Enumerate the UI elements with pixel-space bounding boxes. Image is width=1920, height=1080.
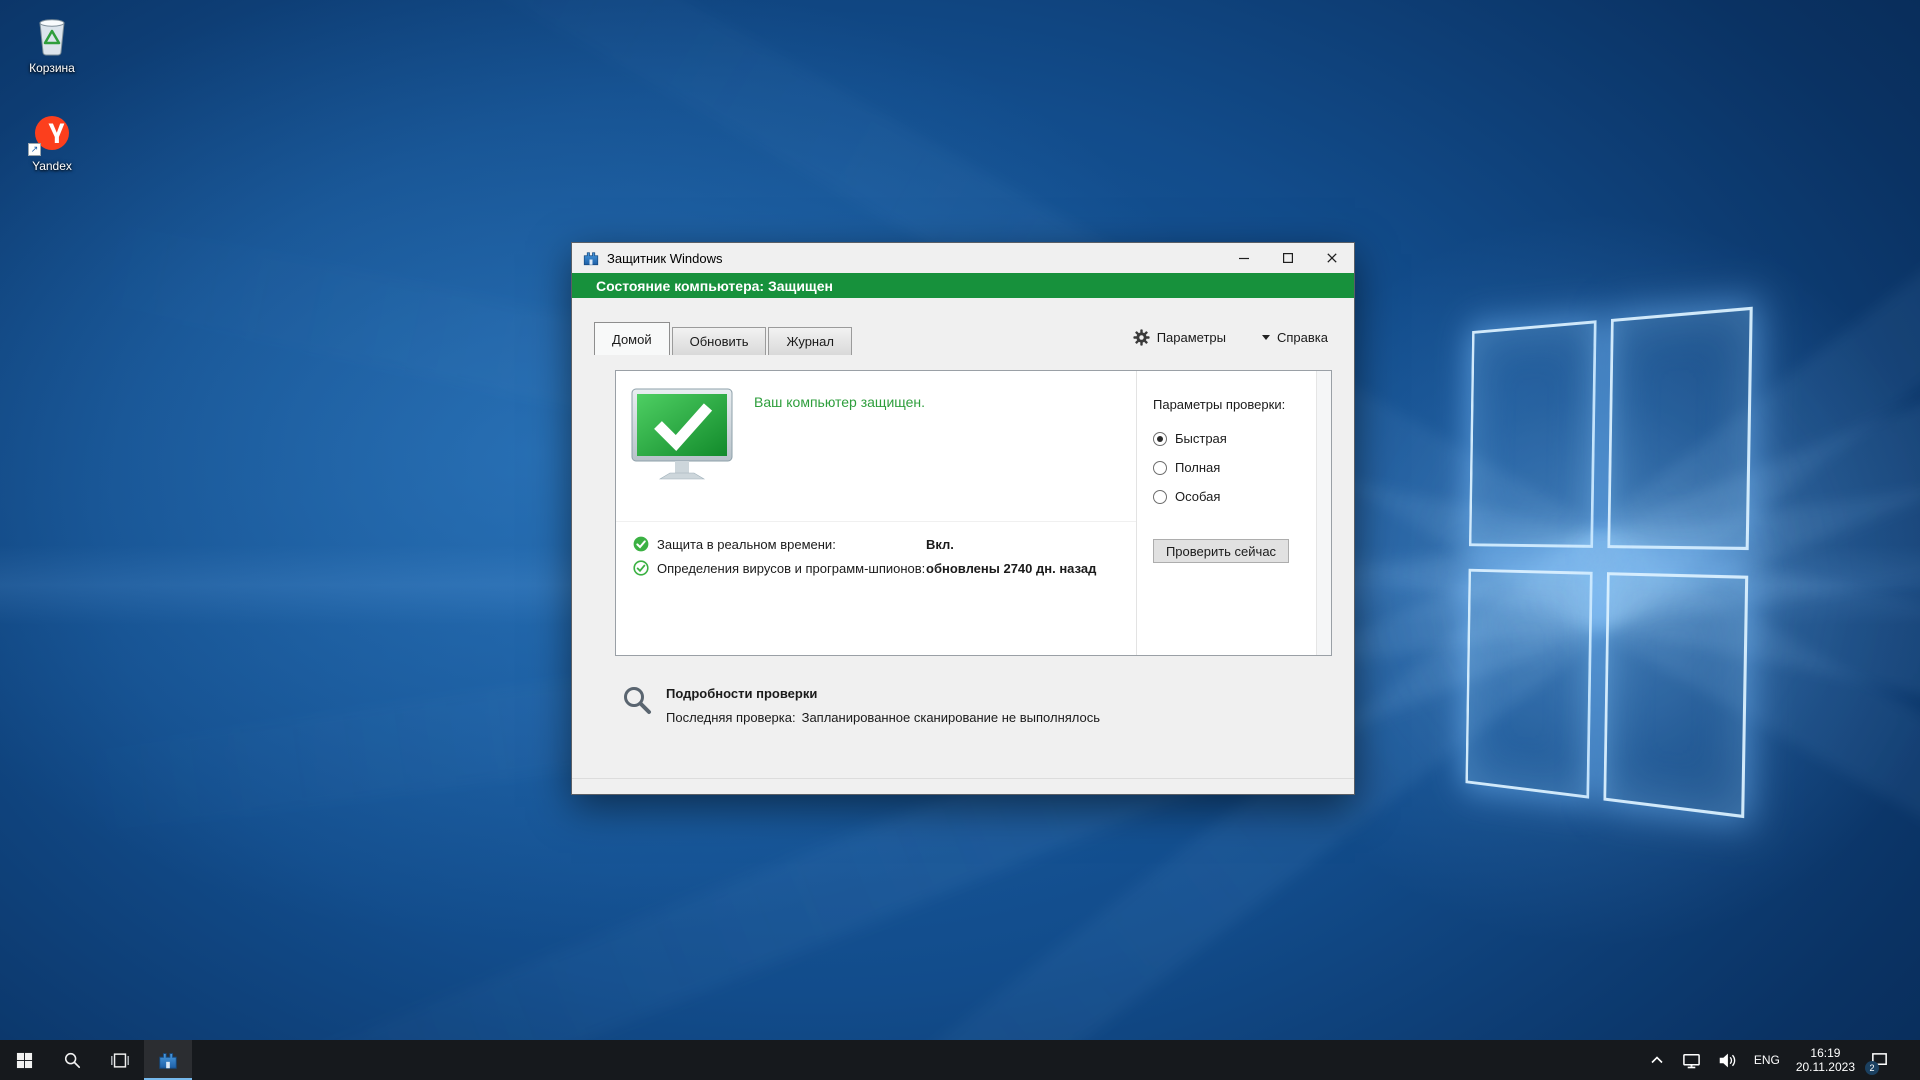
defender-app-icon	[582, 249, 600, 267]
radio-label: Полная	[1175, 460, 1220, 475]
action-center-icon[interactable]: 2	[1868, 1040, 1890, 1080]
maximize-button[interactable]	[1266, 243, 1310, 273]
status-row-label: Защита в реальном времени:	[657, 537, 926, 552]
radio-circle	[1153, 432, 1167, 446]
windows-logo-pane	[1469, 320, 1597, 548]
clock-date: 20.11.2023	[1796, 1060, 1855, 1074]
status-row-label: Определения вирусов и программ-шпионов:	[657, 561, 926, 576]
clock-time: 16:19	[1796, 1046, 1855, 1060]
taskbar-clock[interactable]: 16:19 20.11.2023	[1796, 1046, 1855, 1074]
protection-status-banner: Состояние компьютера: Защищен	[572, 273, 1354, 298]
yandex-label: Yandex	[32, 159, 72, 173]
tab-update[interactable]: Обновить	[672, 327, 767, 355]
scan-now-button[interactable]: Проверить сейчас	[1153, 539, 1289, 563]
chevron-down-icon	[1262, 335, 1270, 340]
status-section: Ваш компьютер защищен. Защита в реальном…	[616, 371, 1136, 655]
yandex-browser-icon: ↗	[30, 110, 74, 156]
close-button[interactable]	[1310, 243, 1354, 273]
vertical-scrollbar[interactable]	[1316, 371, 1331, 655]
minimize-button[interactable]	[1222, 243, 1266, 273]
check-circle-icon	[633, 536, 649, 552]
status-rows: Защита в реальном времени: Вкл. Определе…	[616, 521, 1136, 580]
windows-logo-graphic	[1465, 307, 1752, 819]
settings-menu-label: Параметры	[1157, 330, 1226, 345]
magnifier-icon	[621, 684, 653, 716]
taskbar: ENG 16:19 20.11.2023 2	[0, 1040, 1920, 1080]
window-footer-strip	[572, 778, 1354, 794]
gear-icon	[1133, 329, 1150, 346]
protected-monitor-icon	[630, 387, 734, 492]
scan-options-group: Быстрая Полная Особая	[1153, 431, 1316, 504]
desktop-icon-yandex[interactable]: ↗ Yandex	[8, 110, 96, 173]
desktop-icon-recycle-bin[interactable]: Корзина	[8, 12, 96, 75]
scan-details-title: Подробности проверки	[666, 686, 1100, 701]
status-row-definitions: Определения вирусов и программ-шпионов: …	[616, 556, 1136, 580]
title-bar[interactable]: Защитник Windows	[572, 243, 1354, 273]
volume-icon[interactable]	[1716, 1040, 1738, 1080]
notification-badge: 2	[1865, 1061, 1879, 1075]
taskbar-defender-button[interactable]	[144, 1040, 192, 1080]
main-content-panel: Ваш компьютер защищен. Защита в реальном…	[615, 370, 1332, 656]
windows-logo-pane	[1607, 307, 1753, 550]
radio-label: Особая	[1175, 489, 1220, 504]
radio-custom-scan[interactable]: Особая	[1153, 489, 1316, 504]
radio-circle	[1153, 490, 1167, 504]
status-row-value: обновлены 2740 дн. назад	[926, 561, 1096, 576]
scan-options-panel: Параметры проверки: Быстрая Полная Особа…	[1136, 371, 1316, 655]
tab-history[interactable]: Журнал	[768, 327, 851, 355]
search-button[interactable]	[48, 1040, 96, 1080]
last-scan-label: Последняя проверка:	[666, 710, 796, 725]
windows-logo-pane	[1465, 569, 1592, 799]
radio-full-scan[interactable]: Полная	[1153, 460, 1316, 475]
recycle-bin-label: Корзина	[29, 61, 75, 75]
system-tray: ENG 16:19 20.11.2023 2	[1646, 1040, 1920, 1080]
last-scan-value: Запланированное сканирование не выполнял…	[802, 710, 1100, 725]
check-ring-icon	[633, 560, 649, 576]
scan-options-title: Параметры проверки:	[1153, 397, 1316, 412]
windows-logo-pane	[1603, 572, 1748, 818]
defender-window: Защитник Windows Состояние компьютера: З…	[571, 242, 1355, 795]
status-row-realtime: Защита в реальном времени: Вкл.	[616, 532, 1136, 556]
network-icon[interactable]	[1681, 1040, 1703, 1080]
start-button[interactable]	[0, 1040, 48, 1080]
language-indicator[interactable]: ENG	[1751, 1053, 1783, 1067]
hidden-icons-chevron[interactable]	[1646, 1040, 1668, 1080]
scan-details-section: Подробности проверки Последняя проверка:…	[621, 681, 1100, 725]
shortcut-arrow-icon: ↗	[28, 143, 41, 156]
status-row-value: Вкл.	[926, 537, 954, 552]
window-title: Защитник Windows	[607, 251, 722, 266]
tab-home[interactable]: Домой	[594, 322, 670, 355]
recycle-bin-icon	[30, 12, 74, 58]
help-menu-label: Справка	[1277, 330, 1328, 345]
protected-message: Ваш компьютер защищен.	[754, 394, 925, 410]
window-menu: Параметры Справка	[1133, 329, 1328, 346]
radio-circle	[1153, 461, 1167, 475]
settings-menu-button[interactable]: Параметры	[1133, 329, 1226, 346]
task-view-button[interactable]	[96, 1040, 144, 1080]
radio-label: Быстрая	[1175, 431, 1227, 446]
help-menu-button[interactable]: Справка	[1262, 330, 1328, 345]
radio-quick-scan[interactable]: Быстрая	[1153, 431, 1316, 446]
